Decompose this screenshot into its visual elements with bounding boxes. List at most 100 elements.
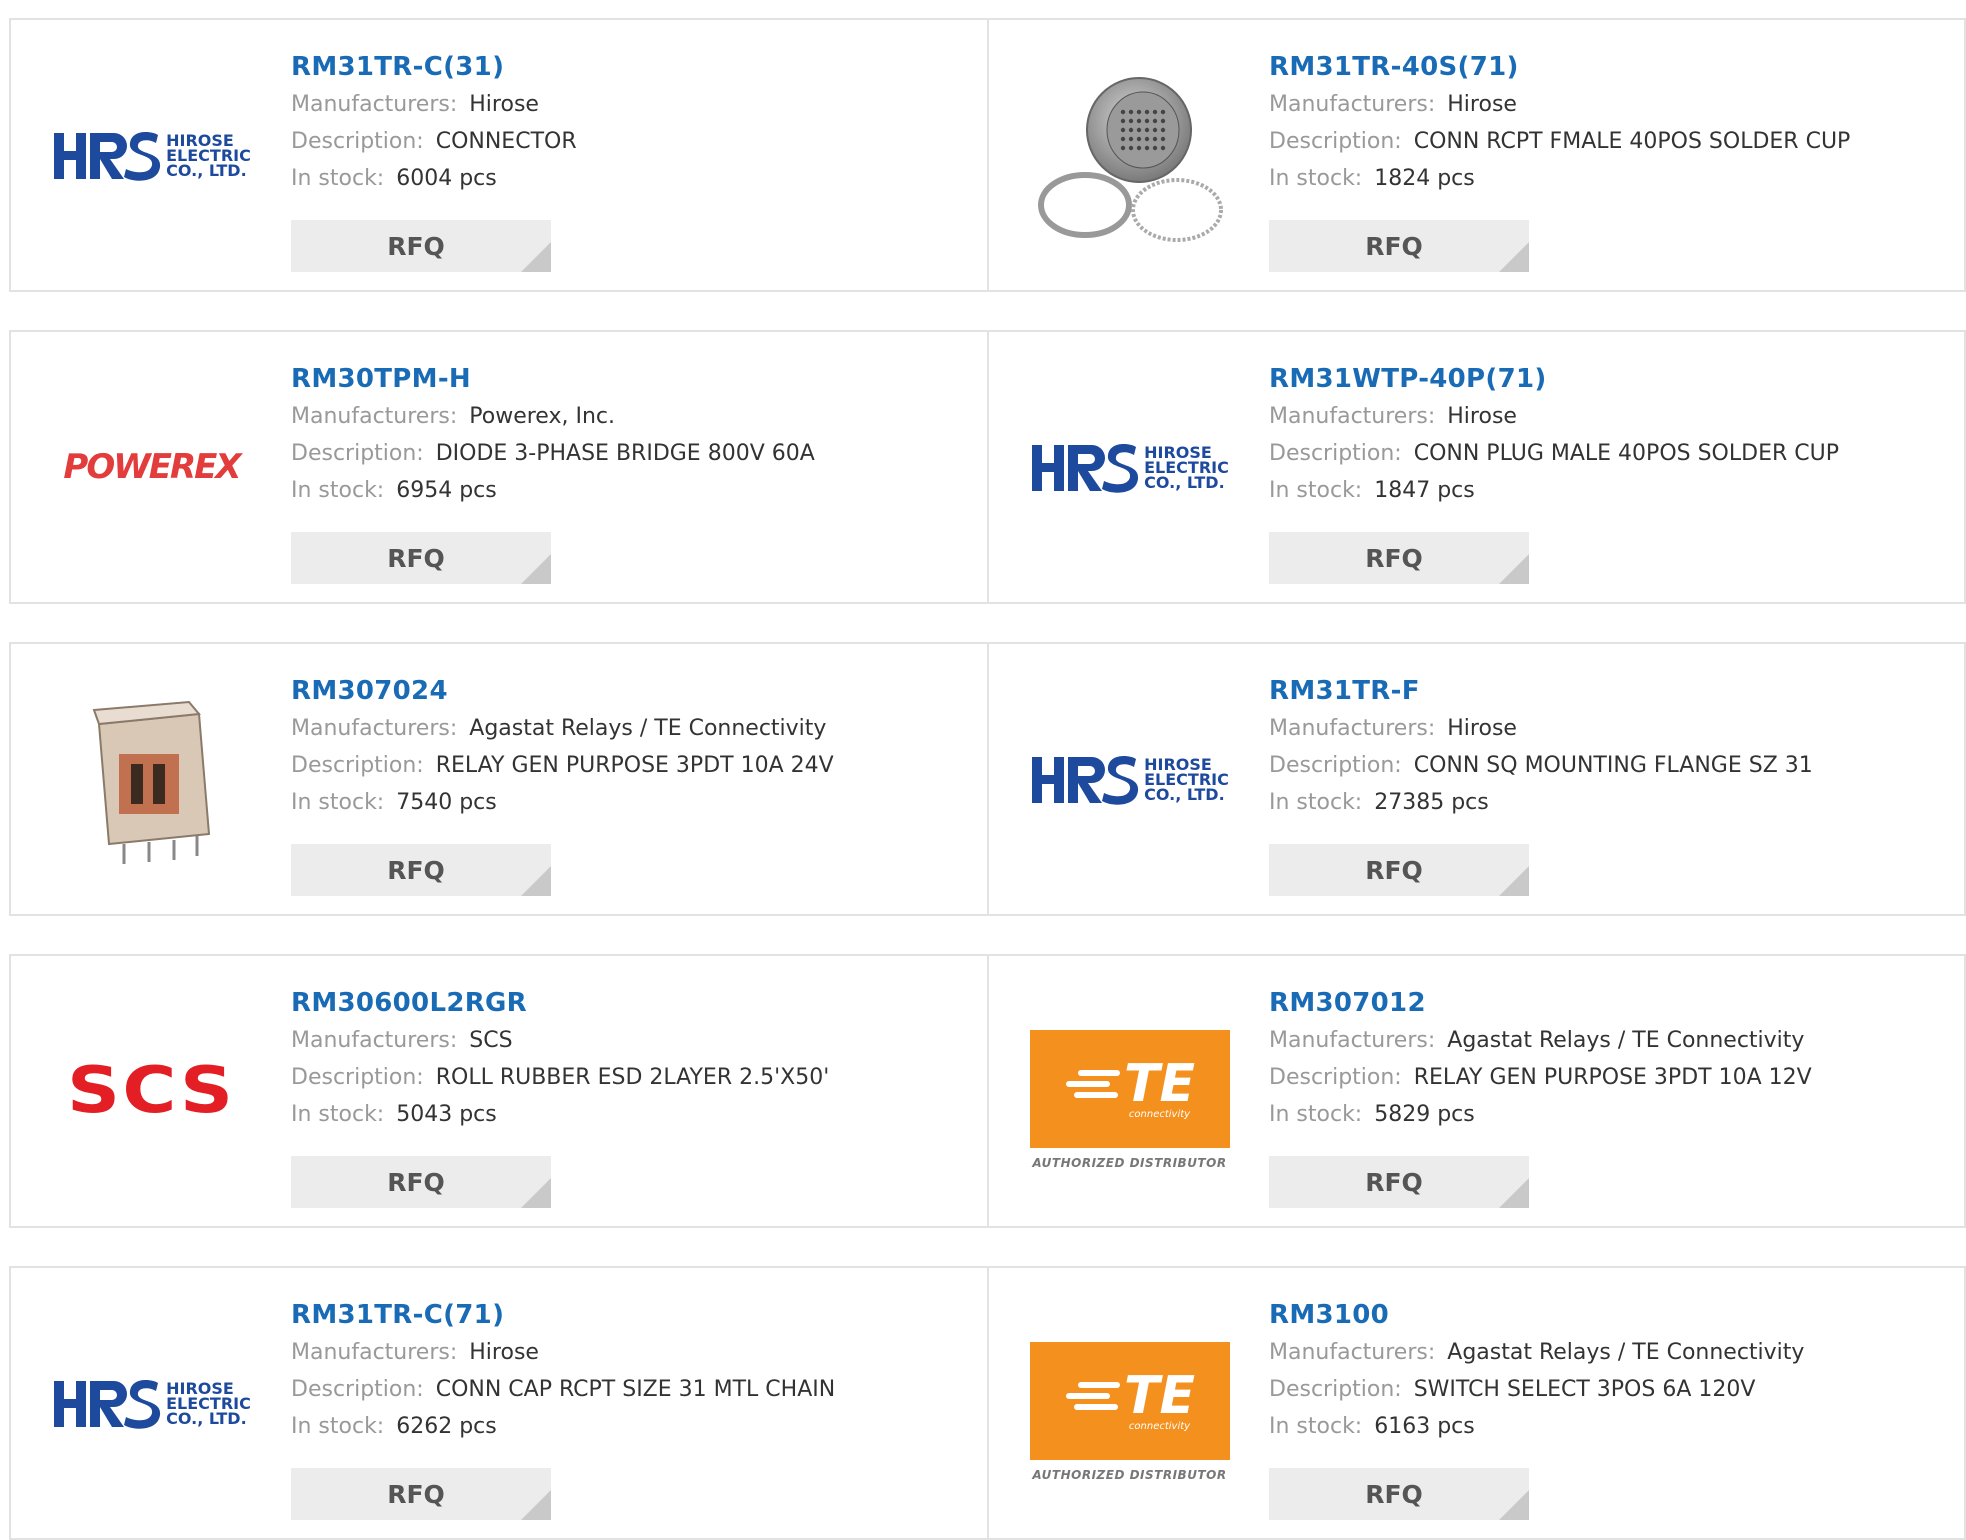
part-number-link[interactable]: RM31WTP-40P(71) (1269, 360, 1929, 398)
part-number-link[interactable]: RM31TR-F (1269, 672, 1929, 710)
rfq-corner-decoration (1499, 242, 1529, 272)
product-image[interactable]: HIROSE ELECTRIC CO., LTD. (49, 60, 254, 250)
product-image[interactable] (1027, 60, 1232, 250)
rfq-button[interactable]: RFQ (1269, 1156, 1529, 1208)
part-number-link[interactable]: RM307024 (291, 672, 951, 710)
stock-line: In stock: 6004 pcs (291, 160, 951, 197)
rfq-button[interactable]: RFQ (1269, 844, 1529, 896)
description-value: CONN CAP RCPT SIZE 31 MTL CHAIN (435, 1377, 836, 1402)
stock-value: 6262 pcs (396, 1414, 497, 1439)
stock-value: 6004 pcs (396, 166, 497, 191)
manufacturer-line: Manufacturers: Agastat Relays / TE Connec… (1269, 1334, 1929, 1371)
product-row: SCS RM30600L2RGR Manufacturers: SCS Descript… (9, 954, 1966, 1228)
manufacturer-line: Manufacturers: Hirose (291, 1334, 951, 1371)
description-label: Description: (291, 1065, 424, 1090)
product-row: POWEREX RM30TPM-H Manufacturers: Powerex, I… (9, 330, 1966, 604)
part-number-link[interactable]: RM307012 (1269, 984, 1929, 1022)
manufacturer-line: Manufacturers: SCS (291, 1022, 951, 1059)
stock-label: In stock: (291, 1102, 385, 1127)
manufacturer-label: Manufacturers: (1269, 1340, 1436, 1365)
hrs-company-text: HIROSE ELECTRIC CO., LTD. (1144, 754, 1229, 804)
description-label: Description: (1269, 753, 1402, 778)
rfq-button[interactable]: RFQ (1269, 532, 1529, 584)
rfq-button[interactable]: RFQ (291, 532, 551, 584)
manufacturer-value: Hirose (469, 92, 539, 117)
description-label: Description: (291, 129, 424, 154)
te-stripes-icon (1066, 1381, 1120, 1410)
rfq-button[interactable]: RFQ (1269, 220, 1529, 272)
te-logo-box: TE connectivity (1029, 1342, 1230, 1460)
description-line: Description: CONN SQ MOUNTING FLANGE SZ 3… (1269, 747, 1929, 784)
part-number-link[interactable]: RM3100 (1269, 1296, 1929, 1334)
stock-value: 5043 pcs (396, 1102, 497, 1127)
description-line: Description: DIODE 3-PHASE BRIDGE 800V 60… (291, 435, 951, 472)
product-card: RM31TR-40S(71) Manufacturers: Hirose Descri… (987, 20, 1966, 290)
stock-line: In stock: 5829 pcs (1269, 1096, 1929, 1133)
scs-logo: SCS (67, 1054, 236, 1128)
stock-value: 6954 pcs (396, 478, 497, 503)
relay-photo (92, 700, 211, 864)
part-number-link[interactable]: RM31TR-C(71) (291, 1296, 951, 1334)
manufacturer-label: Manufacturers: (1269, 716, 1436, 741)
description-value: DIODE 3-PHASE BRIDGE 800V 60A (435, 441, 815, 466)
description-line: Description: RELAY GEN PURPOSE 3PDT 10A 1… (1269, 1059, 1929, 1096)
product-image[interactable]: POWEREX (49, 372, 254, 562)
product-info: RM31WTP-40P(71) Manufacturers: Hirose Descr… (1269, 360, 1929, 509)
rfq-corner-decoration (1499, 554, 1529, 584)
manufacturer-label: Manufacturers: (1269, 404, 1436, 429)
part-number-link[interactable]: RM30TPM-H (291, 360, 951, 398)
product-card: TE connectivity AUTHORIZED DISTRIBUTOR RM31… (987, 1268, 1966, 1538)
hrs-company-text: HIROSE ELECTRIC CO., LTD. (166, 1378, 251, 1428)
stock-value: 6163 pcs (1374, 1414, 1475, 1439)
description-line: Description: ROLL RUBBER ESD 2LAYER 2.5'X… (291, 1059, 951, 1096)
manufacturer-label: Manufacturers: (291, 92, 458, 117)
manufacturer-value: Agastat Relays / TE Connectivity (1447, 1028, 1805, 1053)
part-number-link[interactable]: RM31TR-C(31) (291, 48, 951, 86)
te-stripes-icon (1066, 1069, 1120, 1098)
product-image[interactable]: HIROSE ELECTRIC CO., LTD. (49, 1308, 254, 1498)
product-image[interactable]: HIROSE ELECTRIC CO., LTD. (1027, 684, 1232, 874)
rfq-button[interactable]: RFQ (1269, 1468, 1529, 1520)
stock-value: 1824 pcs (1374, 166, 1475, 191)
rfq-button[interactable]: RFQ (291, 220, 551, 272)
description-label: Description: (291, 441, 424, 466)
stock-line: In stock: 6262 pcs (291, 1408, 951, 1445)
rfq-button[interactable]: RFQ (291, 1468, 551, 1520)
product-image[interactable]: TE connectivity AUTHORIZED DISTRIBUTOR (1027, 1308, 1232, 1498)
stock-value: 27385 pcs (1374, 790, 1489, 815)
description-label: Description: (1269, 441, 1402, 466)
part-number-link[interactable]: RM30600L2RGR (291, 984, 951, 1022)
rfq-button[interactable]: RFQ (291, 1156, 551, 1208)
product-card: HIROSE ELECTRIC CO., LTD. RM31WTP-40P(71) Ma… (987, 332, 1966, 602)
rfq-button[interactable]: RFQ (291, 844, 551, 896)
stock-label: In stock: (1269, 1414, 1363, 1439)
stock-label: In stock: (291, 478, 385, 503)
manufacturer-label: Manufacturers: (291, 1340, 458, 1365)
description-label: Description: (291, 753, 424, 778)
product-image[interactable]: TE connectivity AUTHORIZED DISTRIBUTOR (1027, 996, 1232, 1186)
manufacturer-label: Manufacturers: (1269, 92, 1436, 117)
description-line: Description: CONNECTOR (291, 123, 951, 160)
stock-line: In stock: 5043 pcs (291, 1096, 951, 1133)
description-value: RELAY GEN PURPOSE 3PDT 10A 12V (1413, 1065, 1812, 1090)
description-line: Description: CONN CAP RCPT SIZE 31 MTL CH… (291, 1371, 951, 1408)
hrs-mark-icon (54, 132, 161, 181)
product-image[interactable]: HIROSE ELECTRIC CO., LTD. (1027, 372, 1232, 562)
rfq-corner-decoration (1499, 866, 1529, 896)
manufacturer-label: Manufacturers: (291, 716, 458, 741)
product-image[interactable] (49, 684, 254, 874)
rfq-label: RFQ (387, 855, 445, 885)
manufacturer-value: Agastat Relays / TE Connectivity (469, 716, 827, 741)
rfq-label: RFQ (387, 231, 445, 261)
description-value: SWITCH SELECT 3POS 6A 120V (1413, 1377, 1756, 1402)
product-info: RM30600L2RGR Manufacturers: SCS Description… (291, 984, 951, 1133)
rfq-label: RFQ (387, 1479, 445, 1509)
product-card: RM307024 Manufacturers: Agastat Relays / T… (11, 644, 987, 914)
powerex-logo: POWEREX (63, 447, 241, 487)
product-image[interactable]: SCS (49, 996, 254, 1186)
rfq-label: RFQ (1365, 1167, 1423, 1197)
rfq-corner-decoration (521, 1490, 551, 1520)
stock-value: 7540 pcs (396, 790, 497, 815)
manufacturer-value: Hirose (1447, 404, 1517, 429)
part-number-link[interactable]: RM31TR-40S(71) (1269, 48, 1929, 86)
